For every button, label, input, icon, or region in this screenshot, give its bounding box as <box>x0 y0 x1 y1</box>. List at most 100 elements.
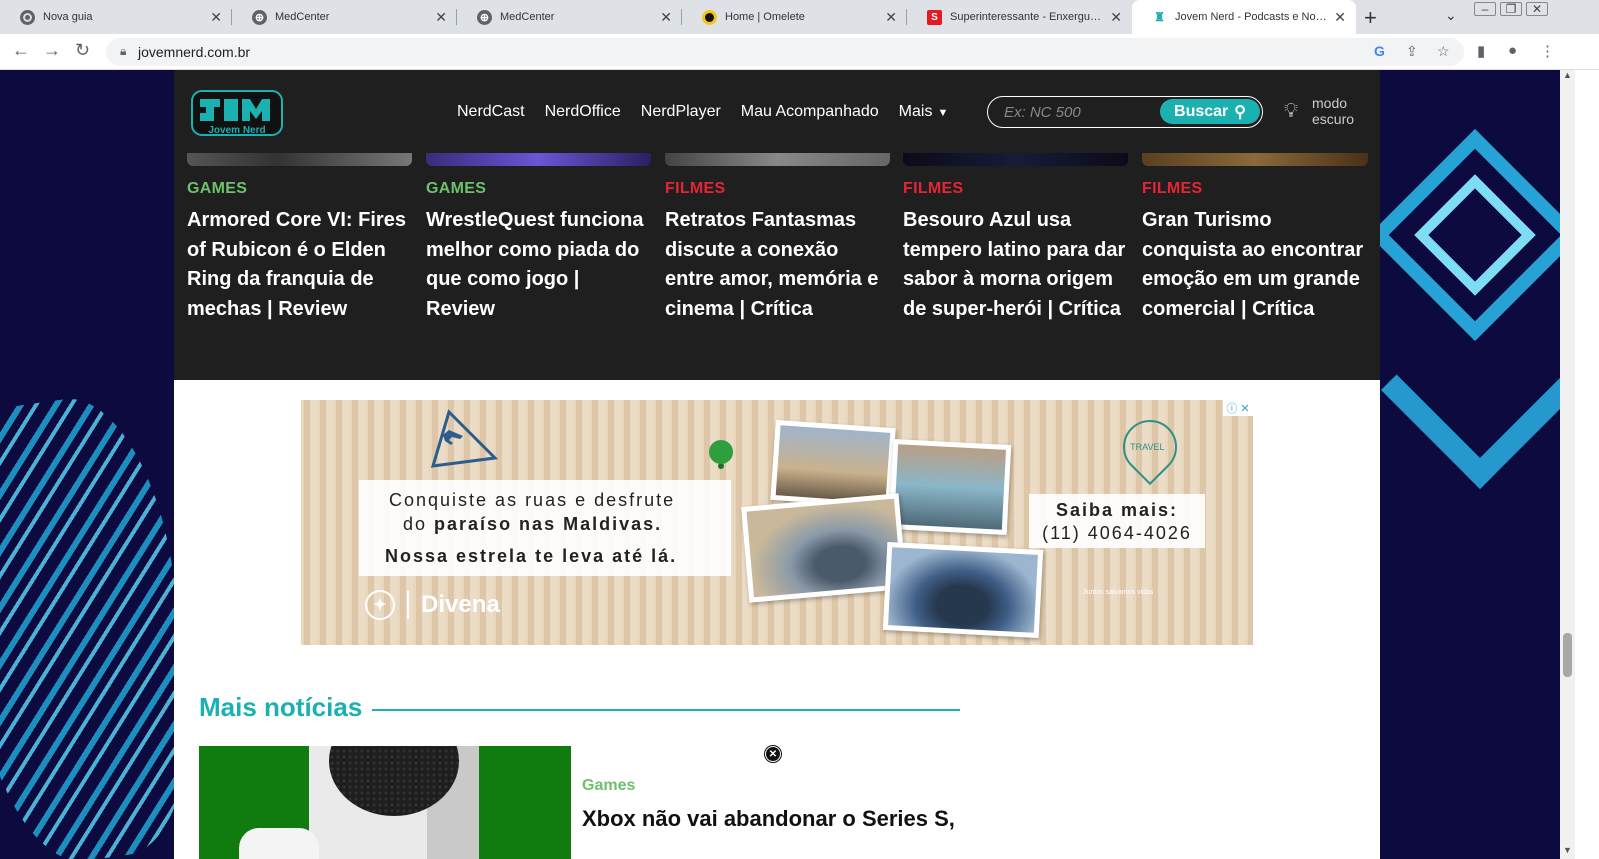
tab-superinteressante[interactable]: S Superinteressante - Enxergue alé ✕ <box>907 0 1132 34</box>
tab-title: Superinteressante - Enxergue alé <box>950 11 1105 23</box>
tab-title: Jovem Nerd - Podcasts e Notícias <box>1175 11 1329 23</box>
featured-card[interactable]: FILMES Gran Turismo conquista ao encontr… <box>1142 153 1368 324</box>
tab-title: MedCenter <box>275 11 330 23</box>
ad-line-3: Nossa estrela te leva até lá. <box>385 546 678 566</box>
profile-avatar-icon[interactable]: ● <box>1508 42 1517 59</box>
forward-icon[interactable]: → <box>43 40 61 61</box>
jovemnerd-icon: ♜ <box>1154 10 1165 24</box>
address-bar[interactable]: 🔒︎ jovemnerd.com.br G ⇪ ☆ <box>106 38 1464 66</box>
minimize-icon[interactable]: – <box>1474 2 1496 16</box>
card-title[interactable]: Besouro Azul usa tempero latino para dar… <box>903 206 1128 324</box>
nav-nerdoffice[interactable]: NerdOffice <box>545 103 621 121</box>
featured-card[interactable]: FILMES Retratos Fantasmas discute a cone… <box>665 153 890 324</box>
search-icon: ⚲ <box>1234 103 1246 121</box>
card-title[interactable]: WrestleQuest funciona melhor como piada … <box>426 206 651 324</box>
lock-icon[interactable]: 🔒︎ <box>120 44 126 59</box>
share-icon[interactable]: ⇪ <box>1406 43 1418 60</box>
close-icon[interactable]: ✕ <box>660 9 672 26</box>
ad-footnote: Juntos salvamos vidas <box>1083 589 1154 596</box>
featured-card[interactable]: GAMES WrestleQuest funciona melhor como … <box>426 153 651 324</box>
nav-mais[interactable]: Mais ▼ <box>899 103 949 121</box>
tab-medcenter[interactable]: ⊕ MedCenter ✕ <box>232 0 457 34</box>
close-icon[interactable]: ✕ <box>885 9 897 26</box>
page-scrollbar[interactable]: ▲ ▼ <box>1560 70 1575 859</box>
card-title[interactable]: Retratos Fantasmas discute a conexão ent… <box>665 206 890 324</box>
main-content: Jovem Nerd NerdCast NerdOffice NerdPlaye… <box>174 70 1380 859</box>
google-icon[interactable]: G <box>1374 43 1385 59</box>
featured-card[interactable]: FILMES Besouro Azul usa tempero latino p… <box>903 153 1128 324</box>
ad-photo <box>888 438 1012 536</box>
dark-mode-toggle[interactable]: 💡︎ modo escuro <box>1284 95 1354 127</box>
close-icon[interactable]: ✕ <box>765 746 781 762</box>
featured-card[interactable]: GAMES Armored Core VI: Fires of Rubicon … <box>187 153 412 324</box>
bookmark-star-icon[interactable]: ☆ <box>1437 43 1450 60</box>
background-decoration <box>1368 128 1560 489</box>
lightbulb-icon: 💡︎ <box>1284 100 1298 122</box>
scroll-down-icon[interactable]: ▼ <box>1563 845 1572 855</box>
main-nav: NerdCast NerdOffice NerdPlayer Mau Acomp… <box>457 103 948 121</box>
tab-nova-guia[interactable]: Nova guia ✕ <box>0 0 232 34</box>
close-icon[interactable]: ✕ <box>1334 9 1346 26</box>
chevron-down-icon[interactable]: ⌄ <box>1445 7 1457 24</box>
search-button-label: Buscar <box>1174 102 1229 120</box>
tab-omelete[interactable]: Home | Omelete ✕ <box>682 0 907 34</box>
close-icon[interactable]: ✕ <box>1110 9 1122 26</box>
scroll-up-icon[interactable]: ▲ <box>1563 70 1572 80</box>
ad-phone: (11) 4064-4026 <box>1042 523 1192 543</box>
news-thumbnail[interactable] <box>199 746 571 859</box>
more-news-heading: Mais notícias <box>199 692 961 723</box>
globe-icon: ⊕ <box>477 9 492 25</box>
ad-cta-box[interactable]: Saiba mais: (11) 4064-4026 <box>1029 494 1205 548</box>
card-thumbnail[interactable] <box>187 153 412 166</box>
side-panel-icon[interactable]: ▮ <box>1477 42 1485 60</box>
back-icon[interactable]: ← <box>12 40 30 61</box>
card-thumbnail[interactable] <box>665 153 890 166</box>
card-title[interactable]: Gran Turismo conquista ao encontrar emoç… <box>1142 206 1368 324</box>
card-thumbnail[interactable] <box>1142 153 1368 166</box>
browser-tabstrip: Nova guia ✕ ⊕ MedCenter ✕ ⊕ MedCenter ✕ … <box>0 0 1599 34</box>
mercedes-star-icon: ✦ <box>365 590 395 620</box>
card-category[interactable]: GAMES <box>426 180 651 198</box>
url-text[interactable]: jovemnerd.com.br <box>138 44 250 60</box>
airplane-icon <box>430 409 499 468</box>
tab-title: Home | Omelete <box>725 11 805 23</box>
nav-mau-acompanhado[interactable]: Mau Acompanhado <box>741 103 879 121</box>
close-icon[interactable]: ✕ <box>210 9 222 26</box>
nav-nerdcast[interactable]: NerdCast <box>457 103 525 121</box>
tab-jovem-nerd[interactable]: ♜ Jovem Nerd - Podcasts e Notícias ✕ <box>1132 0 1356 34</box>
reload-icon[interactable]: ↻ <box>75 40 90 61</box>
card-thumbnail[interactable] <box>426 153 651 166</box>
scrollbar-thumb[interactable] <box>1563 633 1572 677</box>
new-tab-icon[interactable]: + <box>1364 5 1377 31</box>
travel-badge-icon: TRAVEL <box>1111 408 1189 486</box>
ad-brand: ✦ Divena <box>365 590 500 620</box>
card-thumbnail[interactable] <box>903 153 1128 166</box>
ad-line-2: do paraíso nas Maldivas. <box>403 514 663 534</box>
ad-brand-name: Divena <box>421 591 500 618</box>
browser-toolbar: ← → ↻ 🔒︎ jovemnerd.com.br G ⇪ ☆ ▮ ● ⋮ <box>0 34 1599 70</box>
omelete-icon <box>702 9 717 25</box>
nav-mais-label: Mais <box>898 103 933 120</box>
card-category[interactable]: FILMES <box>665 180 890 198</box>
ad-photo <box>741 493 907 603</box>
card-title[interactable]: Armored Core VI: Fires of Rubicon é o El… <box>187 206 412 324</box>
menu-kebab-icon[interactable]: ⋮ <box>1540 42 1555 60</box>
close-icon[interactable]: ✕ <box>435 9 447 26</box>
tab-medcenter-2[interactable]: ⊕ MedCenter ✕ <box>457 0 682 34</box>
search-input[interactable]: Ex: NC 500 <box>1004 104 1081 121</box>
close-window-icon[interactable]: ✕ <box>1526 2 1548 16</box>
jovem-nerd-logo[interactable]: Jovem Nerd <box>190 85 284 139</box>
adchoices-icon[interactable]: ⓘ ✕ <box>1223 400 1253 416</box>
search-button[interactable]: Buscar ⚲ <box>1160 99 1260 124</box>
card-category[interactable]: FILMES <box>1142 180 1368 198</box>
section-divider <box>372 708 961 711</box>
advertisement-banner[interactable]: ⓘ ✕ Conquiste as ruas e desfrute do para… <box>301 400 1253 645</box>
nav-nerdplayer[interactable]: NerdPlayer <box>641 103 721 121</box>
card-category[interactable]: FILMES <box>903 180 1128 198</box>
restore-icon[interactable]: ❐ <box>1500 2 1522 16</box>
card-category[interactable]: GAMES <box>187 180 412 198</box>
search-box: Ex: NC 500 Buscar ⚲ <box>987 96 1263 128</box>
news-category[interactable]: Games <box>582 777 635 795</box>
dark-mode-label-2: escuro <box>1312 111 1355 127</box>
news-title[interactable]: Xbox não vai abandonar o Series S, <box>582 804 982 834</box>
